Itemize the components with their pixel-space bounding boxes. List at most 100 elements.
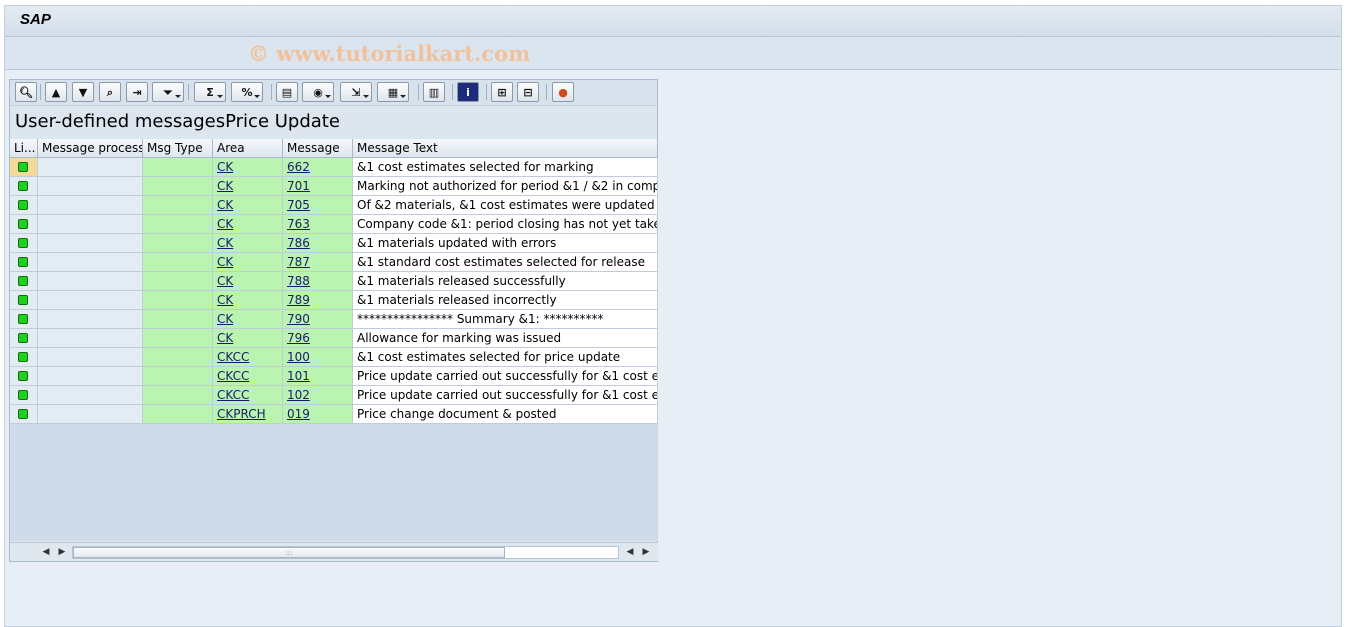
sort-ascending-icon[interactable]: ▲ [45, 82, 67, 102]
table-row[interactable]: CK 763 Company code &1: period closing has… [10, 215, 658, 234]
information-icon[interactable]: i [457, 82, 479, 102]
toolbar-separator [40, 84, 41, 100]
alv-list-panel: 🔍︎ ▲ ▼ ⌕ ⇥ ⏷ Σ% ▤ ◉ ⇲ ▦ ▥ i ⊞ ⊟ ● User-defined messages… [9, 79, 658, 562]
area-link[interactable]: CK [217, 274, 233, 288]
area-cell: CK [213, 291, 283, 310]
message-cell: 788 [283, 272, 353, 291]
message-number-link[interactable]: 102 [287, 388, 310, 402]
status-cell[interactable] [10, 310, 38, 329]
find-next-icon[interactable]: ⇥ [126, 82, 148, 102]
expand-icon[interactable]: ⊞ [491, 82, 513, 102]
area-link[interactable]: CKPRCH [217, 407, 266, 421]
column-header-message-text[interactable]: Message Text [353, 139, 658, 158]
table-row[interactable]: CKCC 102 Price update carried out successf… [10, 386, 658, 405]
print-preview-icon[interactable]: ▤ [276, 82, 298, 102]
message-cell: 786 [283, 234, 353, 253]
scroll-page-right-icon[interactable]: ▶ [640, 546, 652, 558]
views-icon[interactable]: ◉ [302, 82, 334, 102]
area-link[interactable]: CKCC [217, 350, 249, 364]
table-row[interactable]: CKPRCH 019 Price change document & posted [10, 405, 658, 424]
status-cell[interactable] [10, 253, 38, 272]
column-header-message-process[interactable]: Message process... [38, 139, 143, 158]
export-icon[interactable]: ⇲ [340, 82, 372, 102]
message-process-cell [38, 405, 143, 424]
graphic-icon[interactable]: ▥ [423, 82, 445, 102]
collapse-icon[interactable]: ⊟ [517, 82, 539, 102]
message-cell: 790 [283, 310, 353, 329]
scroll-thumb[interactable]: ::: [73, 547, 505, 558]
subtotal-icon[interactable]: % [231, 82, 263, 102]
area-link[interactable]: CK [217, 331, 233, 345]
status-cell[interactable] [10, 329, 38, 348]
area-link[interactable]: CK [217, 293, 233, 307]
table-row[interactable]: CKCC 100 &1 cost estimates selected for pr… [10, 348, 658, 367]
status-cell[interactable] [10, 234, 38, 253]
message-process-cell [38, 329, 143, 348]
status-cell[interactable] [10, 386, 38, 405]
message-number-link[interactable]: 101 [287, 369, 310, 383]
toolbar-separator [452, 84, 453, 100]
sort-descending-icon[interactable]: ▼ [72, 82, 94, 102]
filter-icon[interactable]: ⏷ [152, 82, 184, 102]
message-number-link[interactable]: 019 [287, 407, 310, 421]
table-row[interactable]: CK 789 &1 materials released incorrectly [10, 291, 658, 310]
message-process-cell [38, 310, 143, 329]
scroll-track[interactable]: ::: [72, 546, 619, 559]
table-row[interactable]: CK 790 **************** Summary &1: ******… [10, 310, 658, 329]
scroll-page-left-icon[interactable]: ◀ [624, 546, 636, 558]
total-icon[interactable]: Σ [194, 82, 226, 102]
layout-icon[interactable]: ▦ [377, 82, 409, 102]
area-link[interactable]: CK [217, 179, 233, 193]
message-number-link[interactable]: 790 [287, 312, 310, 326]
area-link[interactable]: CKCC [217, 369, 249, 383]
table-row[interactable]: CK 787 &1 standard cost estimates selected… [10, 253, 658, 272]
status-cell[interactable] [10, 196, 38, 215]
status-cell[interactable] [10, 215, 38, 234]
area-link[interactable]: CK [217, 236, 233, 250]
green-light-icon [18, 162, 28, 172]
message-number-link[interactable]: 701 [287, 179, 310, 193]
details-icon[interactable]: 🔍︎ [15, 82, 37, 102]
scroll-right-icon[interactable]: ▶ [56, 546, 68, 558]
message-number-link[interactable]: 763 [287, 217, 310, 231]
area-cell: CK [213, 177, 283, 196]
table-row[interactable]: CK 786 &1 materials updated with errors [10, 234, 658, 253]
message-number-link[interactable]: 786 [287, 236, 310, 250]
status-cell[interactable] [10, 272, 38, 291]
table-row[interactable]: CK 788 &1 materials released successfully [10, 272, 658, 291]
message-number-link[interactable]: 788 [287, 274, 310, 288]
status-cell[interactable] [10, 405, 38, 424]
column-header-message[interactable]: Message [283, 139, 353, 158]
status-cell[interactable] [10, 291, 38, 310]
green-light-icon [18, 219, 28, 229]
app-title: SAP [20, 11, 51, 28]
area-link[interactable]: CK [217, 198, 233, 212]
table-row[interactable]: CK 705 Of &2 materials, &1 cost estimates … [10, 196, 658, 215]
scroll-left-icon[interactable]: ◀ [40, 546, 52, 558]
find-icon[interactable]: ⌕ [99, 82, 121, 102]
help-icon[interactable]: ● [552, 82, 574, 102]
status-cell[interactable] [10, 177, 38, 196]
area-link[interactable]: CK [217, 217, 233, 231]
table-row[interactable]: CK 796 Allowance for marking was issued [10, 329, 658, 348]
table-row[interactable]: CK 662 &1 cost estimates selected for mark… [10, 158, 658, 177]
message-number-link[interactable]: 789 [287, 293, 310, 307]
column-header-light[interactable]: Li... [10, 139, 38, 158]
table-row[interactable]: CK 701 Marking not authorized for period &… [10, 177, 658, 196]
message-number-link[interactable]: 705 [287, 198, 310, 212]
area-link[interactable]: CK [217, 160, 233, 174]
message-number-link[interactable]: 662 [287, 160, 310, 174]
area-link[interactable]: CK [217, 312, 233, 326]
message-number-link[interactable]: 787 [287, 255, 310, 269]
column-header-area[interactable]: Area [213, 139, 283, 158]
status-cell[interactable] [10, 158, 38, 177]
area-link[interactable]: CK [217, 255, 233, 269]
status-cell[interactable] [10, 367, 38, 386]
column-header-msg-type[interactable]: Msg Type [143, 139, 213, 158]
message-number-link[interactable]: 796 [287, 331, 310, 345]
horizontal-scrollbar[interactable]: ◀ ▶ ::: ◀ ▶ [10, 542, 658, 561]
status-cell[interactable] [10, 348, 38, 367]
message-number-link[interactable]: 100 [287, 350, 310, 364]
table-row[interactable]: CKCC 101 Price update carried out successf… [10, 367, 658, 386]
area-link[interactable]: CKCC [217, 388, 249, 402]
